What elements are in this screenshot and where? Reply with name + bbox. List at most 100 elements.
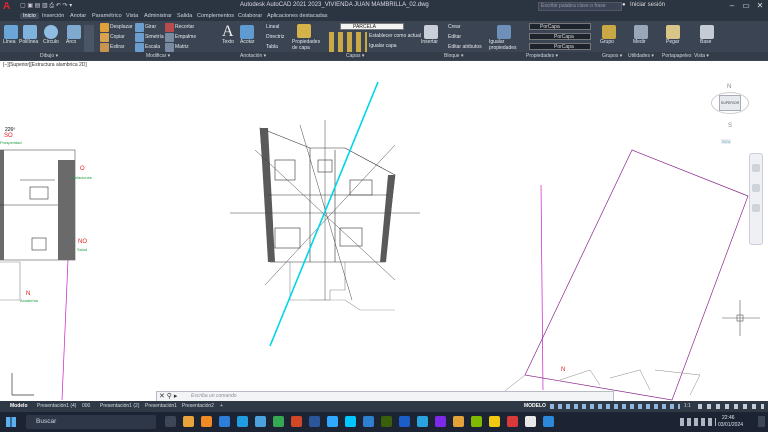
tab-complementos[interactable]: Complementos (197, 13, 234, 19)
clock-date[interactable]: 03/01/2024 (718, 422, 743, 428)
status-toggle-icons[interactable] (550, 404, 680, 409)
close-command-icon[interactable]: ✕ ⚲ ▸ (159, 392, 177, 400)
tool-medir[interactable]: Medir (633, 39, 646, 45)
tool-recortar[interactable]: Recortar (175, 24, 194, 30)
move-icon[interactable] (100, 23, 109, 32)
orbit-icon[interactable] (752, 204, 760, 212)
tool-girar[interactable]: Girar (145, 24, 156, 30)
chrome-task-icon[interactable] (525, 416, 536, 427)
tool-desplazar[interactable]: Desplazar (110, 24, 133, 30)
tab-insercion[interactable]: Inserción (42, 13, 64, 19)
firefox-icon[interactable] (201, 416, 212, 427)
mirror-icon[interactable] (135, 33, 144, 42)
tool-editar-atributos[interactable]: Editar atributos (448, 44, 482, 50)
app-icon-4[interactable] (435, 416, 446, 427)
app-icon-8[interactable] (543, 416, 554, 427)
tab-anotar[interactable]: Anotar (70, 13, 86, 19)
app-icon-5[interactable] (453, 416, 464, 427)
panel-capas[interactable]: Capas ▾ (346, 53, 364, 59)
quick-access-toolbar[interactable]: ▢ ▣ ▤ ▥ ⎙ ↶ ↷ ▾ (20, 2, 72, 10)
tool-texto[interactable]: Texto (222, 39, 234, 45)
match-properties-icon[interactable] (497, 25, 511, 39)
tool-lineal[interactable]: Lineal (266, 24, 279, 30)
color-dropdown[interactable]: PorCapa (529, 23, 591, 30)
tab-inicio[interactable]: Inicio (20, 13, 39, 19)
tool-simetria[interactable]: Simetría (145, 34, 164, 40)
viewport-controls-label[interactable]: [−][Superior][Estructura alambrica 2D] (3, 62, 87, 68)
trim-icon[interactable] (165, 23, 174, 32)
command-input[interactable]: Escriba un comando (191, 393, 237, 399)
app-icon-2[interactable] (381, 416, 392, 427)
layer-properties-icon[interactable] (297, 24, 311, 38)
tool-empalme[interactable]: Empalme (175, 34, 196, 40)
tool-insertar[interactable]: Insertar (421, 39, 438, 45)
model-space-toggle[interactable]: MODELO (524, 403, 546, 409)
autocad-task-icon[interactable] (507, 416, 518, 427)
clock-time[interactable]: 22:46 (722, 415, 735, 421)
panel-dibujo[interactable]: Dibujo ▾ (40, 53, 58, 59)
system-tray-icons[interactable] (680, 418, 716, 426)
layout-tab-presentacion1-2[interactable]: Presentación1 (2) (100, 403, 139, 409)
app-icon-7[interactable] (489, 416, 500, 427)
user-icon[interactable]: ● (622, 2, 626, 8)
linetype-dropdown[interactable]: PorCapa (529, 33, 591, 40)
notifications-icon[interactable] (758, 416, 765, 427)
panel-modificar[interactable]: Modificar ▾ (146, 53, 170, 59)
tool-directriz[interactable]: Directriz (266, 34, 284, 40)
tool-grupo[interactable]: Grupo (600, 39, 614, 45)
powerpoint-icon[interactable] (291, 416, 302, 427)
tab-salida[interactable]: Salida (177, 13, 192, 19)
layer-dropdown[interactable]: PARCELA (340, 23, 404, 30)
app-icon-3[interactable] (399, 416, 410, 427)
arc-icon[interactable] (67, 25, 81, 39)
tool-propiedades-capa[interactable]: Propiedades de capa (292, 39, 326, 51)
tab-aplicaciones[interactable]: Aplicaciones destacadas (267, 13, 328, 19)
tool-polilinea[interactable]: Polilínea (19, 39, 38, 45)
file-explorer-icon[interactable] (183, 416, 194, 427)
insert-block-icon[interactable] (424, 25, 438, 39)
polyline-icon[interactable] (23, 25, 37, 39)
tab-vista[interactable]: Vista (126, 13, 138, 19)
tool-copiar[interactable]: Copiar (110, 34, 125, 40)
tab-parametrico[interactable]: Paramétrico (92, 13, 122, 19)
navigation-bar[interactable] (749, 153, 763, 245)
status-tool-icons[interactable] (698, 404, 764, 409)
panel-utilidades[interactable]: Utilidades ▾ (628, 53, 654, 59)
copy-icon[interactable] (100, 33, 109, 42)
scale-icon[interactable] (135, 43, 144, 52)
close-button[interactable]: ✕ (753, 1, 767, 11)
group-icon[interactable] (602, 25, 616, 39)
lineweight-dropdown[interactable]: PorCapa (529, 43, 591, 50)
layer-tool-icons[interactable] (329, 32, 367, 52)
panel-propiedades[interactable]: Propiedades ▾ (526, 53, 558, 59)
dimension-icon[interactable] (240, 25, 254, 39)
app-icon-6[interactable] (471, 416, 482, 427)
layout-tab-presentacion1[interactable]: Presentación1 (145, 403, 177, 409)
tool-igualar-propiedades[interactable]: Igualar propiedades (489, 39, 519, 51)
viewcube[interactable]: N SUPERIOR S SCU (703, 84, 755, 146)
tool-pegar[interactable]: Pegar (666, 39, 679, 45)
drawing-viewport[interactable]: 226º SO Prosperidad O Relaciones NO Salu… (0, 67, 768, 401)
tool-tabla[interactable]: Tabla (266, 44, 278, 50)
layout-tab-presentacion2[interactable]: Presentación2 (182, 403, 214, 409)
autocad-logo[interactable]: A (3, 1, 15, 12)
panel-bloque[interactable]: Bloque ▾ (444, 53, 463, 59)
sign-in-link[interactable]: Iniciar sesión (630, 2, 665, 8)
line-icon[interactable] (4, 25, 18, 39)
add-layout-button[interactable]: + (220, 403, 223, 409)
taskbar-search[interactable]: Buscar (26, 415, 156, 429)
photoshop-icon[interactable] (327, 416, 338, 427)
layout-tab-modelo[interactable]: Modelo (10, 403, 28, 409)
base-view-icon[interactable] (700, 25, 714, 39)
tool-linea[interactable]: Línea (3, 39, 16, 45)
maximize-button[interactable]: ▭ (739, 1, 753, 11)
task-view-icon[interactable] (165, 416, 176, 427)
stretch-icon[interactable] (100, 43, 109, 52)
rotate-icon[interactable] (135, 23, 144, 32)
tool-escala[interactable]: Escala (145, 44, 160, 50)
start-icon[interactable] (6, 417, 16, 427)
zoom-icon[interactable] (752, 184, 760, 192)
tool-circulo[interactable]: Círculo (43, 39, 59, 45)
panel-anotacion[interactable]: Anotación ▾ (240, 53, 266, 59)
minimize-button[interactable]: – (725, 1, 739, 11)
